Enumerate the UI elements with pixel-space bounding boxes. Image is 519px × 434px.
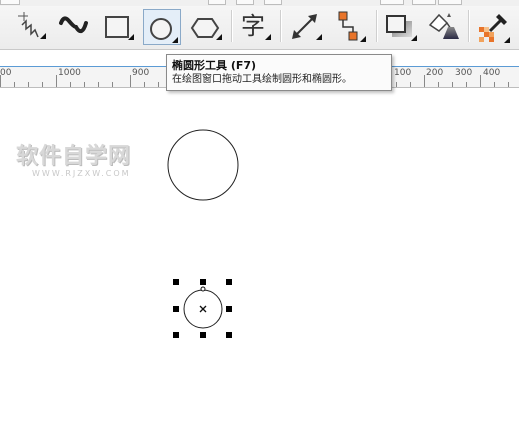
selection-handle[interactable]: [200, 332, 206, 338]
text-tool[interactable]: 字: [238, 9, 271, 43]
ruler-label: 1000: [58, 68, 81, 78]
ellipse-shape-large[interactable]: [167, 129, 239, 201]
selection-handle[interactable]: [173, 279, 179, 285]
freehand-icon: [18, 12, 46, 39]
drawing-canvas[interactable]: [0, 87, 519, 434]
ellipse-icon: [150, 18, 178, 43]
tooltip-title: 椭圆形工具 (F7): [172, 59, 257, 72]
ruler-label: 900: [132, 68, 150, 78]
toolbar-separator: [468, 10, 470, 42]
connector-tool[interactable]: [333, 9, 366, 43]
toolbar-separator: [280, 10, 282, 42]
fill-bucket-icon: [428, 13, 459, 39]
connector-icon: [338, 11, 366, 42]
selection-handle[interactable]: [173, 332, 179, 338]
top-strip-segment: [264, 0, 282, 5]
text-icon: 字: [241, 12, 265, 40]
ruler-label: 00: [0, 68, 12, 78]
ruler-label: 400: [483, 68, 501, 78]
ellipse-tool[interactable]: [143, 9, 181, 45]
selected-ellipse[interactable]: [173, 279, 232, 338]
rectangle-tool[interactable]: [102, 9, 134, 43]
selection-handle[interactable]: [226, 279, 232, 285]
drop-shadow-icon: [386, 15, 417, 41]
top-strip-segment: [412, 0, 436, 5]
toolbar-top-strip: [0, 0, 519, 6]
toolbox: 字: [0, 0, 519, 50]
artistic-media-icon: [59, 16, 88, 34]
polygon-tool[interactable]: [188, 9, 222, 43]
dimension-icon: [292, 14, 322, 40]
ruler-label: 300: [455, 68, 473, 78]
ruler-label: 200: [426, 68, 444, 78]
selection-handle[interactable]: [173, 306, 179, 312]
top-strip-segment: [208, 0, 226, 5]
toolbar-separator: [231, 10, 233, 42]
top-strip-segment: [236, 0, 254, 5]
ruler-label: 100: [394, 68, 412, 78]
top-strip-segment: [438, 0, 462, 5]
selection-handle[interactable]: [200, 279, 206, 285]
rectangle-icon: [105, 16, 134, 40]
top-strip-segment: [380, 0, 404, 5]
freehand-tool[interactable]: [12, 9, 46, 43]
node-handle[interactable]: [200, 286, 206, 292]
top-strip-segment: [0, 0, 20, 5]
dimension-tool[interactable]: [288, 9, 322, 43]
tooltip-description: 在绘图窗口拖动工具绘制圆形和椭圆形。: [172, 74, 352, 85]
toolbar-separator: [376, 10, 378, 42]
eyedropper-tool[interactable]: [476, 9, 510, 43]
polygon-icon: [190, 18, 222, 40]
eyedropper-icon: [479, 14, 510, 43]
drop-shadow-tool[interactable]: [383, 9, 417, 43]
selection-handle[interactable]: [226, 332, 232, 338]
selection-handle[interactable]: [226, 306, 232, 312]
ellipse-tool-tooltip: 椭圆形工具 (F7) 在绘图窗口拖动工具绘制圆形和椭圆形。: [166, 54, 392, 91]
artistic-media-tool[interactable]: [56, 9, 88, 43]
fill-tool[interactable]: [427, 9, 459, 43]
